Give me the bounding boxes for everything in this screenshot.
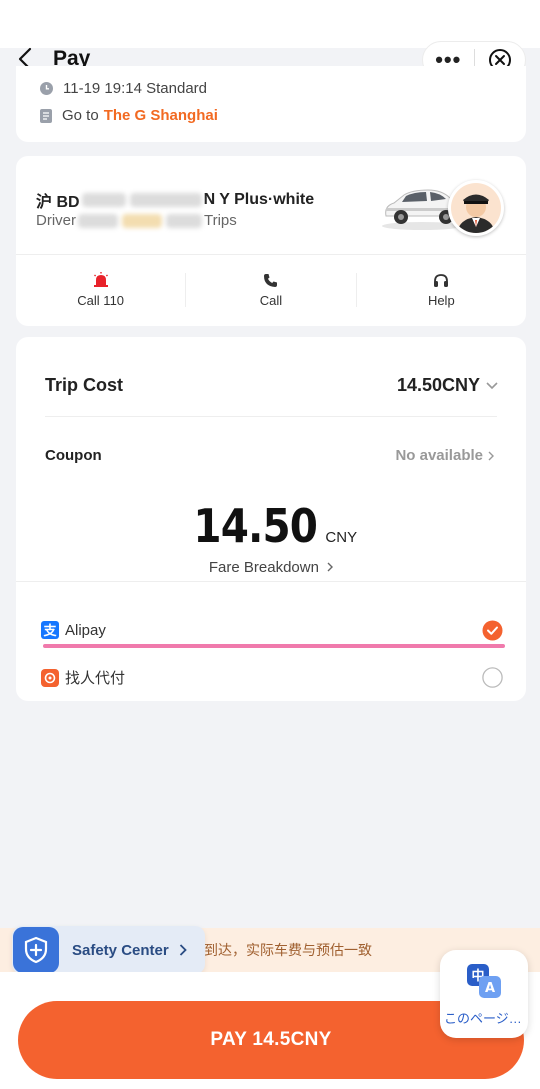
amount-value: 14.50 bbox=[193, 499, 318, 553]
trip-time: 11-19 19:14 Standard bbox=[63, 80, 208, 97]
shield-icon bbox=[13, 927, 59, 973]
plate-redacted bbox=[81, 193, 126, 207]
translate-label: このページ… bbox=[444, 1011, 522, 1026]
help-label: Help bbox=[427, 292, 455, 308]
fare-breakdown-label: Fare Breakdown bbox=[208, 559, 319, 576]
vehicle-info: 沪 BD N Y Plus·white bbox=[36, 188, 314, 212]
svg-text:支: 支 bbox=[42, 623, 57, 639]
divider bbox=[16, 581, 526, 582]
trip-destination-row: Go to The G Shanghai bbox=[40, 107, 218, 124]
chevron-right-icon bbox=[488, 451, 494, 460]
svg-text:A: A bbox=[485, 981, 495, 996]
destination-prefix: Go to bbox=[62, 107, 99, 124]
coupon-selector[interactable]: No available bbox=[395, 447, 494, 464]
alipay-icon: 支 bbox=[41, 621, 59, 639]
fare-notice-text: 到达，实际车费与预估一致 bbox=[204, 942, 372, 958]
safety-center-button[interactable]: Safety Center bbox=[12, 926, 205, 974]
trip-info-card: 11-19 19:14 Standard Go to The G Shangha… bbox=[16, 66, 526, 142]
trip-cost-toggle[interactable]: 14.50CNY bbox=[397, 375, 498, 396]
trip-count-redacted bbox=[166, 213, 202, 228]
driver-name-redacted bbox=[78, 213, 118, 228]
coupon-value: No available bbox=[395, 447, 483, 464]
total-amount: 14.50 CNY bbox=[16, 499, 526, 553]
trip-time-row: 11-19 19:14 Standard bbox=[40, 80, 207, 97]
help-button[interactable]: Help bbox=[357, 262, 526, 318]
pay-button-label: PAY 14.5CNY bbox=[210, 1029, 332, 1050]
fare-breakdown-link[interactable]: Fare Breakdown bbox=[16, 559, 526, 576]
payment-method-friend-pay[interactable]: 找人代付 bbox=[41, 667, 503, 688]
trip-cost-label: Trip Cost bbox=[45, 375, 124, 395]
translate-page-button[interactable]: 中 A このページ… bbox=[440, 950, 528, 1038]
divider bbox=[45, 416, 497, 417]
trip-cost-value: 14.50CNY bbox=[396, 375, 480, 395]
phone-icon bbox=[264, 273, 278, 287]
call-110-label: Call 110 bbox=[77, 293, 125, 308]
radio-unselected-icon bbox=[482, 667, 503, 688]
clock-icon bbox=[40, 82, 53, 95]
driver-avatar[interactable] bbox=[448, 180, 504, 236]
highlight-underline bbox=[43, 644, 505, 648]
payment-method-alipay[interactable]: 支 Alipay bbox=[41, 620, 503, 640]
call-driver-button[interactable]: Call bbox=[186, 262, 355, 318]
document-icon bbox=[40, 108, 52, 123]
chevron-down-icon bbox=[486, 381, 498, 389]
headset-icon bbox=[434, 273, 449, 287]
rating-redacted bbox=[122, 213, 162, 228]
call-label: Call bbox=[259, 292, 283, 308]
driver-info: Driver Trips bbox=[36, 212, 237, 229]
destination-name[interactable]: The G Shanghai bbox=[104, 107, 218, 124]
translate-icon: 中 A bbox=[467, 964, 501, 998]
plate-prefix: 沪 BD bbox=[36, 194, 80, 211]
checkmark-selected-icon bbox=[482, 620, 503, 640]
divider bbox=[16, 254, 526, 255]
car-model: N Y Plus·white bbox=[203, 191, 315, 208]
alipay-label: Alipay bbox=[65, 621, 106, 639]
call-110-button[interactable]: Call 110 bbox=[16, 262, 185, 318]
amount-currency: CNY bbox=[325, 529, 358, 546]
alarm-siren-icon bbox=[93, 272, 108, 287]
payment-card: Trip Cost 14.50CNY Coupon No available 1… bbox=[16, 337, 526, 701]
driver-actions: Call 110 Call Help bbox=[16, 262, 526, 318]
safety-center-label: Safety Center bbox=[72, 941, 169, 959]
friend-pay-label: 找人代付 bbox=[65, 670, 126, 687]
chevron-right-icon bbox=[327, 562, 334, 572]
chevron-right-icon bbox=[179, 944, 187, 956]
driver-avatar-icon bbox=[451, 183, 501, 233]
coupon-label: Coupon bbox=[45, 447, 102, 464]
trips-suffix: Trips bbox=[204, 212, 237, 229]
model-redacted bbox=[129, 193, 202, 207]
friend-pay-icon bbox=[41, 668, 59, 687]
driver-prefix: Driver bbox=[36, 212, 76, 229]
driver-card: 沪 BD N Y Plus·white Driver Trips Call 11… bbox=[16, 156, 526, 326]
